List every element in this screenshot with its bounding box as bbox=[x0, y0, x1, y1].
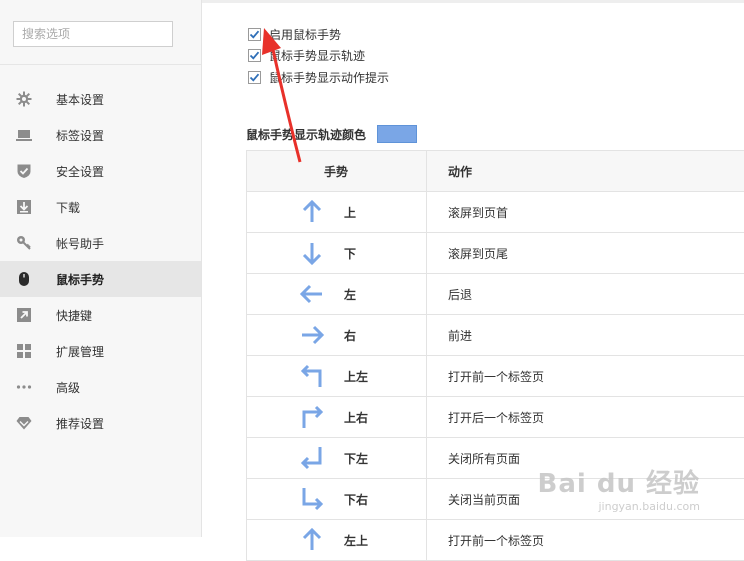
gesture-name: 下右 bbox=[344, 492, 369, 507]
checkmark-icon bbox=[249, 30, 260, 39]
table-row: 上左 打开前一个标签页 bbox=[247, 356, 744, 397]
sidebar-item-mouse-gesture[interactable]: 鼠标手势 bbox=[0, 261, 201, 297]
gesture-name: 上右 bbox=[344, 410, 369, 425]
gesture-name: 右 bbox=[344, 328, 357, 343]
show-trail-label: 鼠标手势显示轨迹 bbox=[269, 48, 366, 63]
arrow-up-icon bbox=[299, 527, 325, 553]
show-trail-checkbox[interactable] bbox=[248, 48, 261, 62]
download-icon bbox=[16, 199, 32, 215]
sidebar: 基本设置 标签设置 安全设置 下载 帐号助手 bbox=[0, 0, 202, 537]
action-column-header: 动作 bbox=[448, 164, 473, 179]
arrow-up-icon bbox=[299, 199, 325, 225]
table-row: 右 前进 bbox=[247, 315, 744, 356]
arrow-down-icon bbox=[299, 240, 325, 266]
sidebar-item-download[interactable]: 下载 bbox=[0, 189, 201, 225]
sidebar-item-account[interactable]: 帐号助手 bbox=[0, 225, 201, 261]
gesture-action: 滚屏到页尾 bbox=[448, 246, 509, 261]
trail-color-label: 鼠标手势显示轨迹颜色 bbox=[246, 127, 367, 142]
arrow-up-left-icon bbox=[299, 363, 325, 389]
gesture-action: 滚屏到页首 bbox=[448, 205, 509, 220]
gesture-action: 打开后一个标签页 bbox=[448, 410, 545, 425]
sidebar-item-label: 安全设置 bbox=[56, 164, 105, 179]
arrow-up-right-icon bbox=[299, 404, 325, 430]
shield-icon bbox=[16, 163, 32, 179]
sidebar-item-label: 标签设置 bbox=[56, 128, 105, 143]
sidebar-item-label: 高级 bbox=[56, 380, 81, 395]
gesture-action: 关闭所有页面 bbox=[448, 451, 521, 466]
trail-color-swatch[interactable] bbox=[377, 125, 418, 143]
gesture-name: 上 bbox=[344, 205, 357, 220]
option-enable-gesture[interactable]: 启用鼠标手势 bbox=[248, 25, 341, 43]
mouse-icon bbox=[16, 271, 32, 287]
arrow-down-left-icon bbox=[299, 445, 325, 471]
option-show-action-hint[interactable]: 鼠标手势显示动作提示 bbox=[248, 68, 389, 86]
sidebar-item-label: 下载 bbox=[56, 200, 81, 215]
table-row: 左 后退 bbox=[247, 274, 744, 315]
search-box[interactable] bbox=[13, 21, 173, 47]
enable-gesture-label: 启用鼠标手势 bbox=[269, 27, 342, 42]
table-row: 上右 打开后一个标签页 bbox=[247, 397, 744, 438]
sidebar-item-extensions[interactable]: 扩展管理 bbox=[0, 333, 201, 369]
diamond-icon bbox=[16, 415, 32, 431]
gesture-column-header: 手势 bbox=[324, 164, 349, 179]
sidebar-item-label: 基本设置 bbox=[56, 92, 105, 107]
gesture-action: 打开前一个标签页 bbox=[448, 369, 545, 384]
gesture-action: 打开前一个标签页 bbox=[448, 533, 545, 548]
watermark-url: jingyan.baidu.com bbox=[598, 500, 700, 513]
top-divider bbox=[202, 0, 744, 3]
trail-color-row: 鼠标手势显示轨迹颜色 bbox=[246, 125, 418, 143]
gesture-name: 下左 bbox=[344, 451, 369, 466]
gesture-name: 下 bbox=[344, 246, 357, 261]
gesture-name: 左 bbox=[344, 287, 357, 302]
arrow-down-right-icon bbox=[299, 486, 325, 512]
search-input[interactable] bbox=[14, 22, 172, 46]
arrow-right-icon bbox=[299, 322, 325, 348]
grid-icon bbox=[16, 343, 32, 359]
gesture-action: 前进 bbox=[448, 328, 473, 343]
table-row: 左上 打开前一个标签页 bbox=[247, 520, 744, 561]
show-action-hint-checkbox[interactable] bbox=[248, 70, 261, 84]
option-show-trail[interactable]: 鼠标手势显示轨迹 bbox=[248, 46, 365, 64]
gesture-action: 关闭当前页面 bbox=[448, 492, 521, 507]
sidebar-item-label: 推荐设置 bbox=[56, 416, 105, 431]
more-dots-icon bbox=[16, 379, 32, 395]
show-action-hint-label: 鼠标手势显示动作提示 bbox=[269, 70, 390, 85]
checkmark-icon bbox=[249, 73, 260, 82]
sidebar-item-label: 鼠标手势 bbox=[56, 272, 105, 287]
table-row: 上 滚屏到页首 bbox=[247, 192, 744, 233]
gesture-name: 上左 bbox=[344, 369, 369, 384]
gesture-action: 后退 bbox=[448, 287, 473, 302]
sidebar-item-basic[interactable]: 基本设置 bbox=[0, 81, 201, 117]
enable-gesture-checkbox[interactable] bbox=[248, 27, 261, 41]
sidebar-item-label: 帐号助手 bbox=[56, 236, 105, 251]
table-row: 下 滚屏到页尾 bbox=[247, 233, 744, 274]
sidebar-item-advanced[interactable]: 高级 bbox=[0, 369, 201, 405]
arrow-left-icon bbox=[299, 281, 325, 307]
table-header: 手势 动作 bbox=[247, 151, 744, 192]
gear-icon bbox=[16, 91, 32, 107]
laptop-icon bbox=[16, 127, 32, 143]
sidebar-item-security[interactable]: 安全设置 bbox=[0, 153, 201, 189]
checkmark-icon bbox=[249, 51, 260, 60]
sidebar-nav: 基本设置 标签设置 安全设置 下载 帐号助手 鼠标手势 快捷键 扩展管理 高级 … bbox=[0, 81, 201, 441]
sidebar-divider bbox=[0, 64, 201, 65]
sidebar-item-shortcuts[interactable]: 快捷键 bbox=[0, 297, 201, 333]
watermark-brand: Bai du 经验 bbox=[537, 469, 700, 499]
sidebar-item-recommended[interactable]: 推荐设置 bbox=[0, 405, 201, 441]
sidebar-item-label: 快捷键 bbox=[56, 308, 93, 323]
sidebar-item-tabs[interactable]: 标签设置 bbox=[0, 117, 201, 153]
gesture-name: 左上 bbox=[344, 533, 369, 548]
sidebar-item-label: 扩展管理 bbox=[56, 344, 105, 359]
watermark: Bai du 经验 jingyan.baidu.com bbox=[538, 463, 701, 513]
shortcut-arrow-icon bbox=[16, 307, 32, 323]
key-icon bbox=[16, 235, 32, 251]
main-panel: 启用鼠标手势 鼠标手势显示轨迹 鼠标手势显示动作提示 鼠标手势显示轨迹颜色 手势… bbox=[202, 0, 744, 561]
